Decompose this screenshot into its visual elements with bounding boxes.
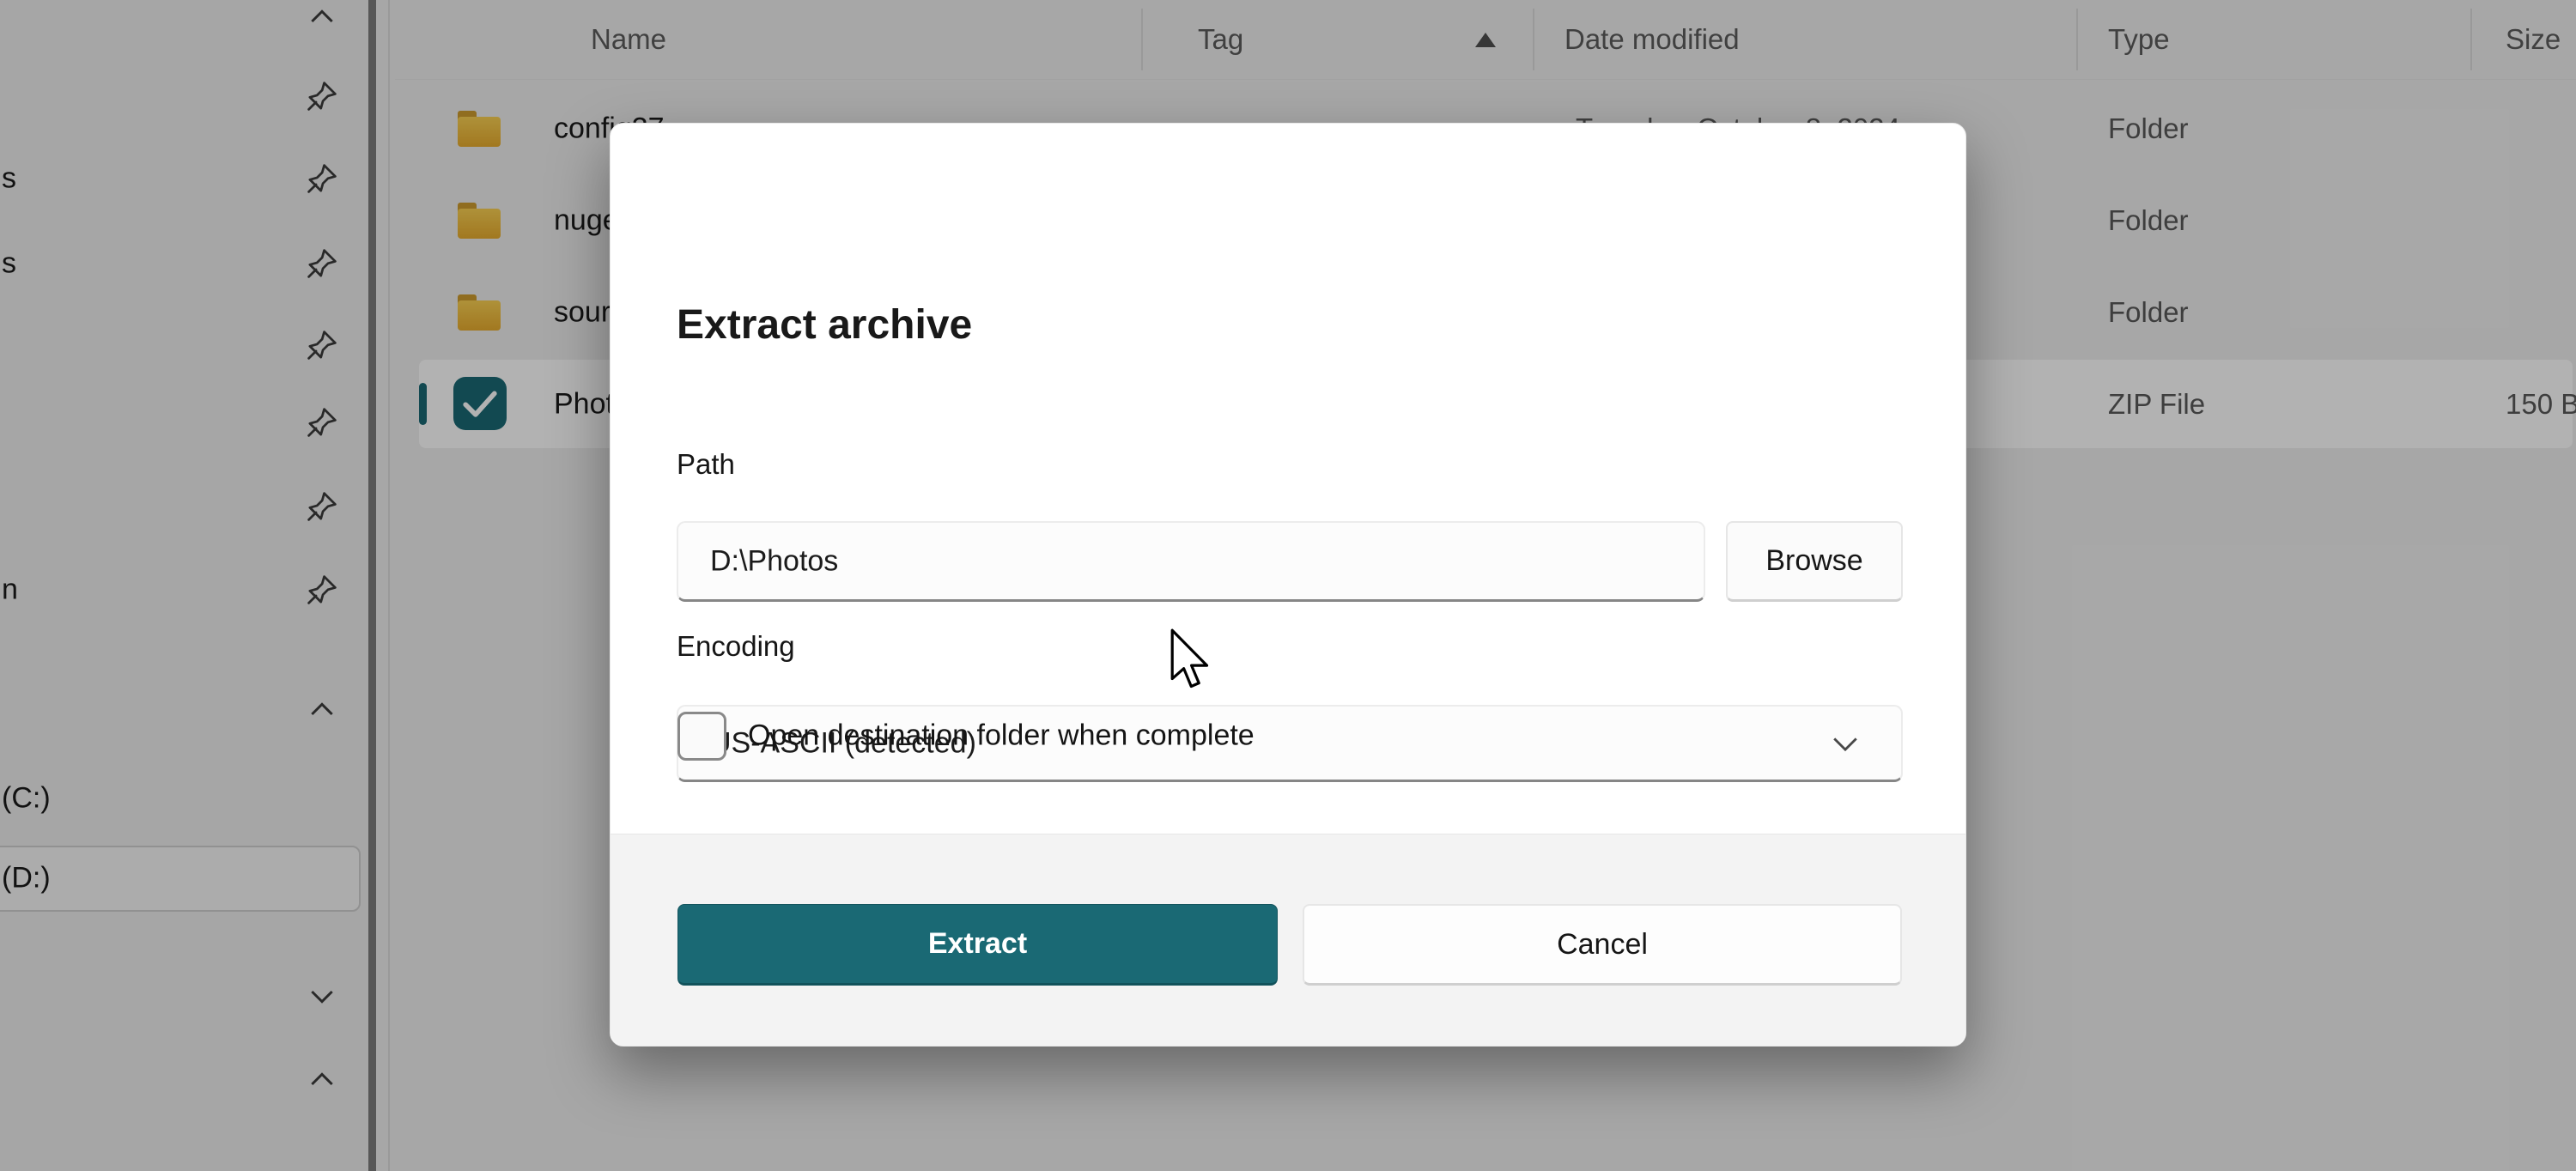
- path-input[interactable]: D:\Photos: [677, 521, 1705, 602]
- extract-button-label: Extract: [928, 927, 1027, 961]
- cancel-button-label: Cancel: [1557, 928, 1648, 962]
- extract-archive-dialog: Extract archive Path D:\Photos Browse En…: [610, 123, 1966, 1047]
- chevron-down-icon: [1831, 735, 1860, 752]
- path-input-value: D:\Photos: [710, 544, 838, 578]
- open-destination-checkbox-label: Open destination folder when complete: [748, 719, 1255, 753]
- browse-button-label: Browse: [1765, 544, 1862, 578]
- dialog-title: Extract archive: [677, 301, 972, 349]
- extract-button[interactable]: Extract: [677, 904, 1278, 986]
- mouse-cursor-icon: [1170, 628, 1211, 689]
- encoding-label: Encoding: [677, 630, 795, 663]
- open-destination-checkbox[interactable]: [677, 712, 726, 761]
- path-label: Path: [677, 448, 735, 481]
- browse-button[interactable]: Browse: [1726, 521, 1903, 602]
- cancel-button[interactable]: Cancel: [1303, 904, 1902, 986]
